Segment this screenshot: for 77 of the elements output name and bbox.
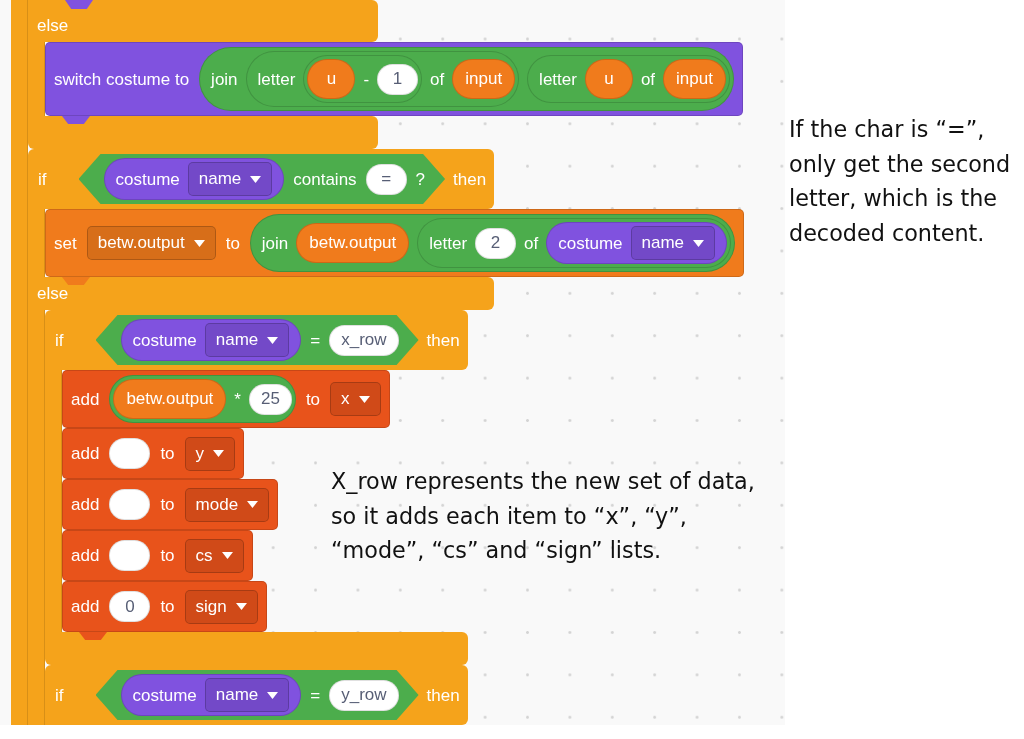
text-input[interactable]: x_row bbox=[329, 324, 399, 356]
block-label: switch costume to bbox=[54, 70, 190, 88]
dropdown-field[interactable]: y bbox=[184, 436, 236, 471]
caret-icon bbox=[193, 239, 205, 247]
caret-icon bbox=[250, 175, 262, 183]
block-label: to bbox=[160, 598, 175, 615]
block-label: then bbox=[426, 686, 460, 704]
caret-icon bbox=[693, 239, 705, 247]
block-label: contains bbox=[293, 170, 357, 188]
block-label: of bbox=[640, 70, 656, 88]
text-input[interactable]: 25 bbox=[248, 383, 292, 415]
block-label: costume bbox=[115, 170, 180, 188]
block-label: set bbox=[54, 234, 77, 252]
block-label: costume bbox=[132, 331, 197, 349]
text-input[interactable]: 2 bbox=[475, 227, 517, 259]
annotation-text: X_row represents the new set of data, so it adds each item to “x”, “y”, “mode”, “cs” and “sign” lists. bbox=[331, 467, 756, 565]
block-label: add bbox=[71, 598, 100, 615]
dropdown-field[interactable]: name bbox=[187, 162, 273, 196]
variable-reporter: u bbox=[584, 59, 633, 99]
caret-icon bbox=[213, 450, 225, 457]
dropdown-field[interactable]: name bbox=[204, 678, 290, 712]
block-label: then bbox=[453, 170, 487, 188]
text-input[interactable] bbox=[109, 540, 151, 571]
block-label: of bbox=[430, 70, 445, 88]
block-label: if bbox=[38, 170, 47, 188]
block-label: if bbox=[55, 686, 64, 704]
variable-reporter: betw.output bbox=[296, 223, 410, 263]
text-input[interactable]: y_row bbox=[329, 679, 399, 711]
text-input[interactable]: = bbox=[365, 163, 407, 195]
block-label: to bbox=[225, 234, 240, 252]
block-label: letter bbox=[257, 70, 296, 88]
block-label: = bbox=[310, 331, 321, 349]
block-label: join bbox=[261, 234, 289, 252]
dropdown-field[interactable]: sign bbox=[184, 589, 258, 624]
dropdown-field[interactable]: mode bbox=[184, 487, 270, 522]
variable-reporter: betw.output bbox=[113, 379, 227, 419]
block-label: - bbox=[363, 70, 370, 88]
block-label: else bbox=[37, 285, 69, 302]
block-label: = bbox=[310, 686, 321, 704]
caret-icon bbox=[235, 603, 247, 610]
text-input[interactable]: 0 bbox=[109, 591, 151, 622]
block-label: ? bbox=[415, 170, 426, 188]
caret-icon bbox=[358, 395, 370, 403]
block-label: add bbox=[71, 496, 100, 513]
text-input[interactable] bbox=[109, 489, 151, 520]
caret-icon bbox=[221, 552, 233, 559]
block-label: join bbox=[211, 70, 238, 88]
block-label: to bbox=[305, 390, 321, 408]
block-label: of bbox=[524, 234, 539, 252]
dropdown-field[interactable]: betw.output bbox=[86, 226, 216, 260]
annotation-text: If the char is “=”, only get the second letter, which is the decoded content. bbox=[789, 115, 1012, 248]
block-label: to bbox=[160, 547, 175, 564]
block-label: * bbox=[234, 390, 241, 408]
dropdown-field[interactable]: name bbox=[204, 323, 290, 357]
block-label: if bbox=[55, 331, 64, 349]
caret-icon bbox=[267, 336, 279, 344]
text-input[interactable] bbox=[109, 438, 151, 469]
dropdown-field[interactable]: x bbox=[330, 382, 381, 416]
variable-reporter: input bbox=[663, 59, 726, 99]
variable-reporter: input bbox=[452, 59, 516, 99]
block-label: letter bbox=[429, 234, 468, 252]
block-label: add bbox=[71, 547, 100, 564]
block-label: costume bbox=[132, 686, 197, 704]
block-label: then bbox=[426, 331, 460, 349]
block-label: to bbox=[160, 496, 175, 513]
caret-icon bbox=[267, 691, 279, 699]
block-label: add bbox=[71, 390, 100, 408]
variable-reporter: u bbox=[307, 59, 356, 99]
text-input[interactable]: 1 bbox=[377, 63, 419, 95]
block-label: letter bbox=[539, 70, 577, 88]
dropdown-field[interactable]: name bbox=[630, 226, 716, 260]
dropdown-field[interactable]: cs bbox=[184, 538, 244, 573]
block-label: else bbox=[37, 17, 69, 34]
caret-icon bbox=[247, 501, 259, 508]
block-label: costume bbox=[558, 234, 623, 252]
block-label: add bbox=[71, 445, 100, 462]
block-label: to bbox=[160, 445, 175, 462]
